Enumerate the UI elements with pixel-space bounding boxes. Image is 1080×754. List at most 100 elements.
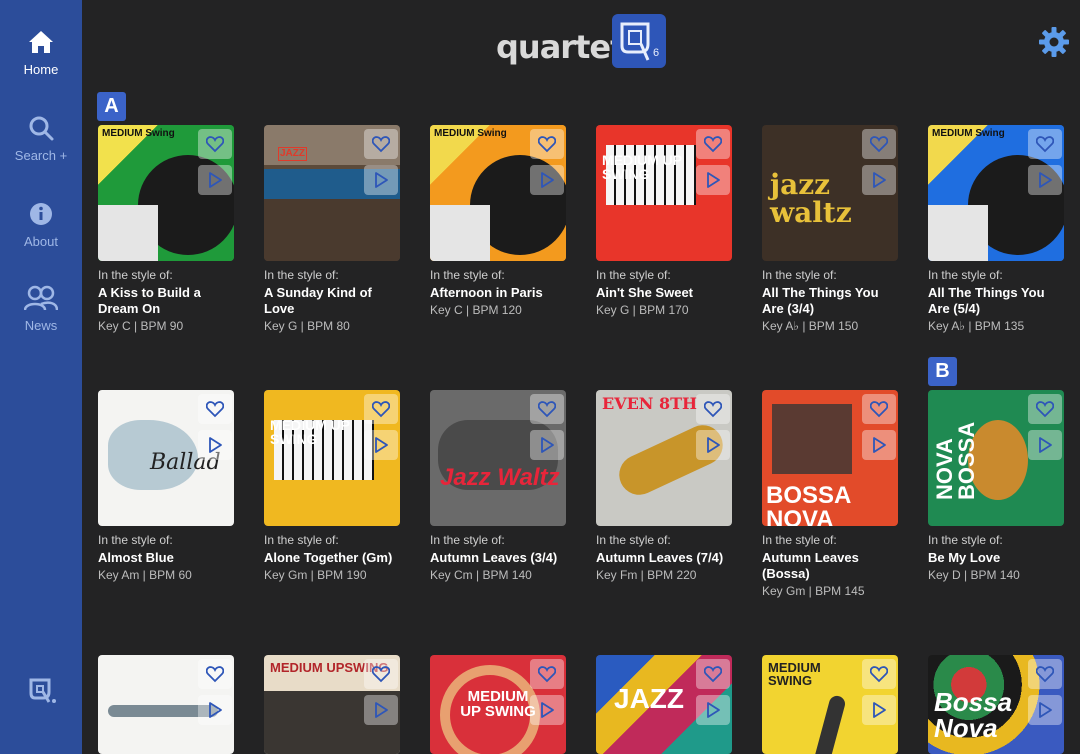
favorite-button[interactable] (198, 129, 232, 159)
logo-badge: 6 (612, 14, 666, 68)
album-cover[interactable]: jazz waltz (762, 125, 898, 261)
heart-icon (538, 401, 556, 418)
favorite-button[interactable] (1028, 129, 1062, 159)
song-tile[interactable]: MEDIUM Swing In the style of: All The Th… (928, 125, 1064, 333)
play-button[interactable] (530, 430, 564, 460)
song-title: Be My Love (928, 550, 1001, 565)
album-cover[interactable]: MEDIUM Swing (430, 125, 566, 261)
album-cover[interactable]: Jazz Waltz (430, 390, 566, 526)
album-cover[interactable]: MEDIUM UPSWING (264, 655, 400, 754)
favorite-button[interactable] (1028, 659, 1062, 689)
play-button[interactable] (696, 165, 730, 195)
song-tile[interactable]: MEDIUM Swing In the style of: A Kiss to … (98, 125, 234, 333)
album-cover[interactable]: MEDIUM UP SWING (430, 655, 566, 754)
favorite-button[interactable] (364, 659, 398, 689)
favorite-button[interactable] (198, 394, 232, 424)
favorite-button[interactable] (862, 129, 896, 159)
album-cover[interactable]: NOVA BOSSA (928, 390, 1064, 526)
heart-icon (372, 136, 390, 153)
play-icon (873, 172, 886, 188)
song-tile[interactable]: Jazz Waltz In the style of: Autumn Leave… (430, 390, 566, 582)
play-button[interactable] (198, 430, 232, 460)
play-button[interactable] (1028, 695, 1062, 725)
song-title: Autumn Leaves (Bossa) (762, 550, 859, 581)
play-icon (541, 172, 554, 188)
nav-news[interactable]: News (0, 284, 82, 333)
heart-icon (870, 136, 888, 153)
play-button[interactable] (862, 430, 896, 460)
play-button[interactable] (862, 165, 896, 195)
song-tile[interactable]: Ballad In the style of: Almost Blue Key … (98, 390, 234, 582)
favorite-button[interactable] (696, 129, 730, 159)
favorite-button[interactable] (364, 394, 398, 424)
song-tile[interactable]: JAZZ (596, 655, 732, 754)
quartet-q-icon: 6 (620, 22, 659, 61)
favorite-button[interactable] (530, 129, 564, 159)
album-cover[interactable]: JAZZ (596, 655, 732, 754)
style-label: In the style of: (98, 533, 173, 547)
play-button[interactable] (1028, 430, 1062, 460)
favorite-button[interactable] (862, 394, 896, 424)
song-title: Autumn Leaves (3/4) (430, 550, 558, 565)
song-tile[interactable]: Bossa Nova (928, 655, 1064, 754)
album-cover[interactable]: MEDIUM SWING (762, 655, 898, 754)
song-tile[interactable]: EVEN 8TH In the style of: Autumn Leaves … (596, 390, 732, 582)
play-button[interactable] (1028, 165, 1062, 195)
play-button[interactable] (530, 695, 564, 725)
nav-search[interactable]: Search + (0, 114, 82, 163)
song-tile[interactable]: MEDIUM UP SWING (430, 655, 566, 754)
heart-icon (870, 666, 888, 683)
gear-icon[interactable] (1038, 26, 1070, 58)
album-cover[interactable]: Ballad (98, 390, 234, 526)
play-icon (375, 437, 388, 453)
style-label: In the style of: (596, 533, 671, 547)
play-button[interactable] (364, 430, 398, 460)
heart-icon (372, 401, 390, 418)
album-cover[interactable]: Bossa Nova (928, 655, 1064, 754)
play-button[interactable] (696, 430, 730, 460)
album-cover[interactable]: BOSSA NOVA (762, 390, 898, 526)
favorite-button[interactable] (696, 659, 730, 689)
song-tile[interactable]: BOSSA NOVA In the style of: Autumn Leave… (762, 390, 898, 598)
album-cover[interactable]: MEDIUM UP SWING (596, 125, 732, 261)
favorite-button[interactable] (530, 659, 564, 689)
play-button[interactable] (364, 165, 398, 195)
play-icon (873, 437, 886, 453)
song-tile[interactable]: MEDIUM SWING (762, 655, 898, 754)
nav-about[interactable]: About (0, 200, 82, 249)
song-tile[interactable] (98, 655, 234, 754)
play-button[interactable] (530, 165, 564, 195)
song-tile[interactable]: MEDIUM UP SWING In the style of: Alone T… (264, 390, 400, 582)
song-tile[interactable]: JAZZ In the style of: A Sunday Kind of L… (264, 125, 400, 333)
song-tile[interactable]: MEDIUM Swing In the style of: Afternoon … (430, 125, 566, 317)
album-cover[interactable]: MEDIUM Swing (98, 125, 234, 261)
song-tile[interactable]: MEDIUM UP SWING In the style of: Ain't S… (596, 125, 732, 317)
album-cover[interactable] (98, 655, 234, 754)
favorite-button[interactable] (198, 659, 232, 689)
play-icon (209, 437, 222, 453)
play-button[interactable] (696, 695, 730, 725)
nav-search-label: Search + (14, 148, 68, 163)
song-tile[interactable]: NOVA BOSSA In the style of: Be My Love K… (928, 390, 1064, 582)
play-button[interactable] (198, 695, 232, 725)
song-meta: Key Gm | BPM 145 (762, 584, 865, 598)
play-button[interactable] (364, 695, 398, 725)
play-button[interactable] (862, 695, 896, 725)
favorite-button[interactable] (862, 659, 896, 689)
song-tile[interactable]: MEDIUM UPSWING (264, 655, 400, 754)
favorite-button[interactable] (364, 129, 398, 159)
favorite-button[interactable] (1028, 394, 1062, 424)
album-cover[interactable]: JAZZ (264, 125, 400, 261)
style-label: In the style of: (430, 533, 505, 547)
nav-home[interactable]: Home (0, 28, 82, 77)
song-meta: Key G | BPM 170 (596, 303, 689, 317)
song-tile[interactable]: jazz waltz In the style of: All The Thin… (762, 125, 898, 333)
favorite-button[interactable] (696, 394, 730, 424)
info-icon (30, 203, 52, 225)
people-icon (24, 285, 58, 311)
album-cover[interactable]: MEDIUM UP SWING (264, 390, 400, 526)
album-cover[interactable]: MEDIUM Swing (928, 125, 1064, 261)
favorite-button[interactable] (530, 394, 564, 424)
album-cover[interactable]: EVEN 8TH (596, 390, 732, 526)
play-button[interactable] (198, 165, 232, 195)
